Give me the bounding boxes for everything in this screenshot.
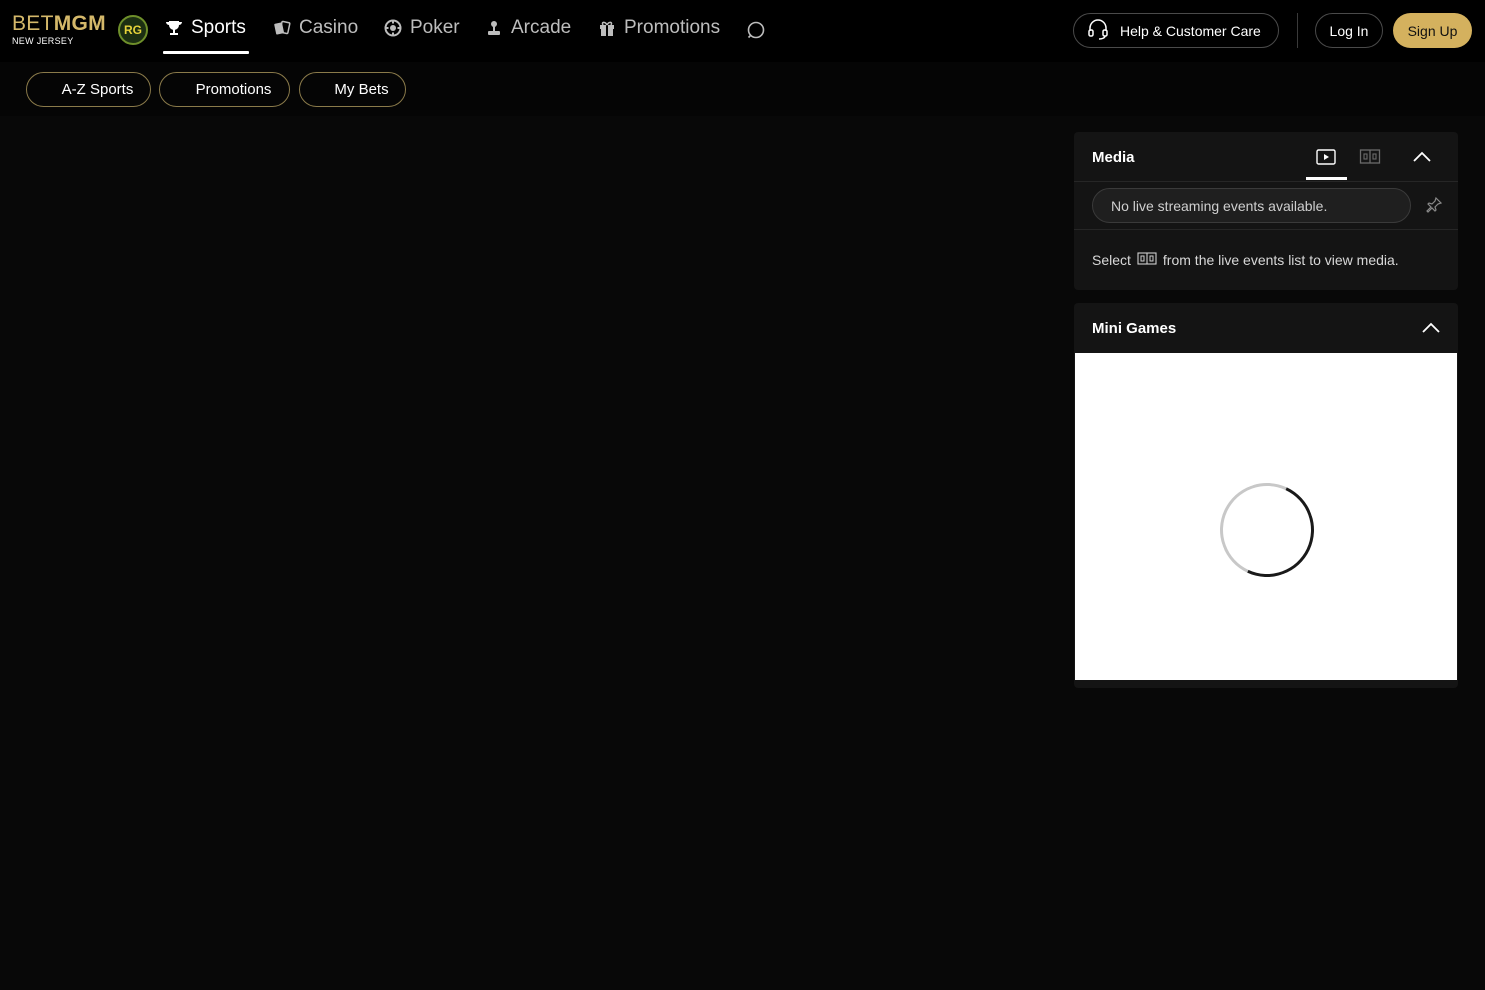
nav-arcade[interactable]: Arcade [485, 0, 571, 56]
login-button[interactable]: Log In [1315, 13, 1383, 48]
chevron-up-icon[interactable] [1421, 320, 1441, 336]
nav-sports[interactable]: Sports [165, 0, 246, 56]
sub-navigation-bar: A-Z Sports Promotions My Bets [0, 62, 1485, 116]
scoreboard-icon[interactable] [1359, 147, 1381, 167]
joystick-icon [485, 19, 503, 37]
media-panel: Media No live streaming events available… [1074, 132, 1458, 290]
mini-games-title: Mini Games [1092, 319, 1177, 337]
cards-icon [273, 19, 291, 37]
nav-active-indicator [163, 51, 249, 54]
logo-region: NEW JERSEY [12, 36, 74, 46]
stream-selector-row: No live streaming events available. [1074, 182, 1458, 230]
media-instruction: Select from the live events list to view… [1092, 250, 1399, 270]
nav-promotions[interactable]: Promotions [598, 0, 720, 56]
gift-icon [598, 19, 616, 37]
nav-casino-label: Casino [299, 17, 359, 38]
poker-chip-icon [384, 19, 402, 37]
pill-az-sports[interactable]: A-Z Sports [26, 72, 151, 107]
stream-event-select[interactable]: No live streaming events available. [1092, 188, 1411, 223]
help-customer-care-button[interactable]: Help & Customer Care [1073, 13, 1279, 48]
nav-casino[interactable]: Casino [273, 0, 358, 56]
instruction-prefix: Select [1092, 252, 1131, 268]
pill-promotions-label: Promotions [195, 81, 272, 98]
pill-my-bets-label: My Bets [334, 81, 389, 98]
headset-icon [1086, 17, 1110, 44]
mini-games-header: Mini Games [1074, 303, 1458, 353]
trophy-icon [165, 19, 183, 37]
scoreboard-icon [1137, 251, 1157, 270]
top-navigation-bar: BETMGM NEW JERSEY RG Sports Casino Poker… [0, 0, 1485, 62]
nav-poker[interactable]: Poker [384, 0, 460, 56]
chevron-up-icon[interactable] [1412, 149, 1432, 165]
logo-bet-text: BET [12, 12, 54, 35]
logo-mgm-text: MGM [53, 12, 106, 35]
media-title: Media [1092, 148, 1135, 166]
pill-az-sports-label: A-Z Sports [61, 81, 134, 98]
video-play-icon[interactable] [1315, 147, 1337, 167]
pill-my-bets[interactable]: My Bets [299, 72, 406, 107]
betmgm-logo[interactable]: BETMGM NEW JERSEY [12, 13, 112, 49]
pin-icon[interactable] [1425, 196, 1443, 214]
nav-arcade-label: Arcade [511, 17, 572, 38]
responsible-gaming-badge[interactable]: RG [118, 15, 148, 45]
nav-sports-label: Sports [191, 17, 246, 38]
pill-promotions[interactable]: Promotions [159, 72, 290, 107]
mini-games-panel: Mini Games [1074, 303, 1458, 688]
search-icon[interactable] [746, 20, 766, 40]
signup-button[interactable]: Sign Up [1393, 13, 1472, 48]
media-panel-header: Media [1074, 132, 1458, 182]
nav-poker-label: Poker [410, 17, 460, 38]
header-divider [1297, 13, 1298, 48]
help-button-label: Help & Customer Care [1120, 22, 1261, 39]
nav-promotions-label: Promotions [624, 17, 721, 38]
mini-games-content [1075, 353, 1457, 680]
spinner-icon [1206, 469, 1328, 591]
instruction-suffix: from the live events list to view media. [1162, 252, 1399, 268]
logo-wordmark: BETMGM [12, 13, 112, 35]
media-tab-indicator [1306, 177, 1347, 180]
